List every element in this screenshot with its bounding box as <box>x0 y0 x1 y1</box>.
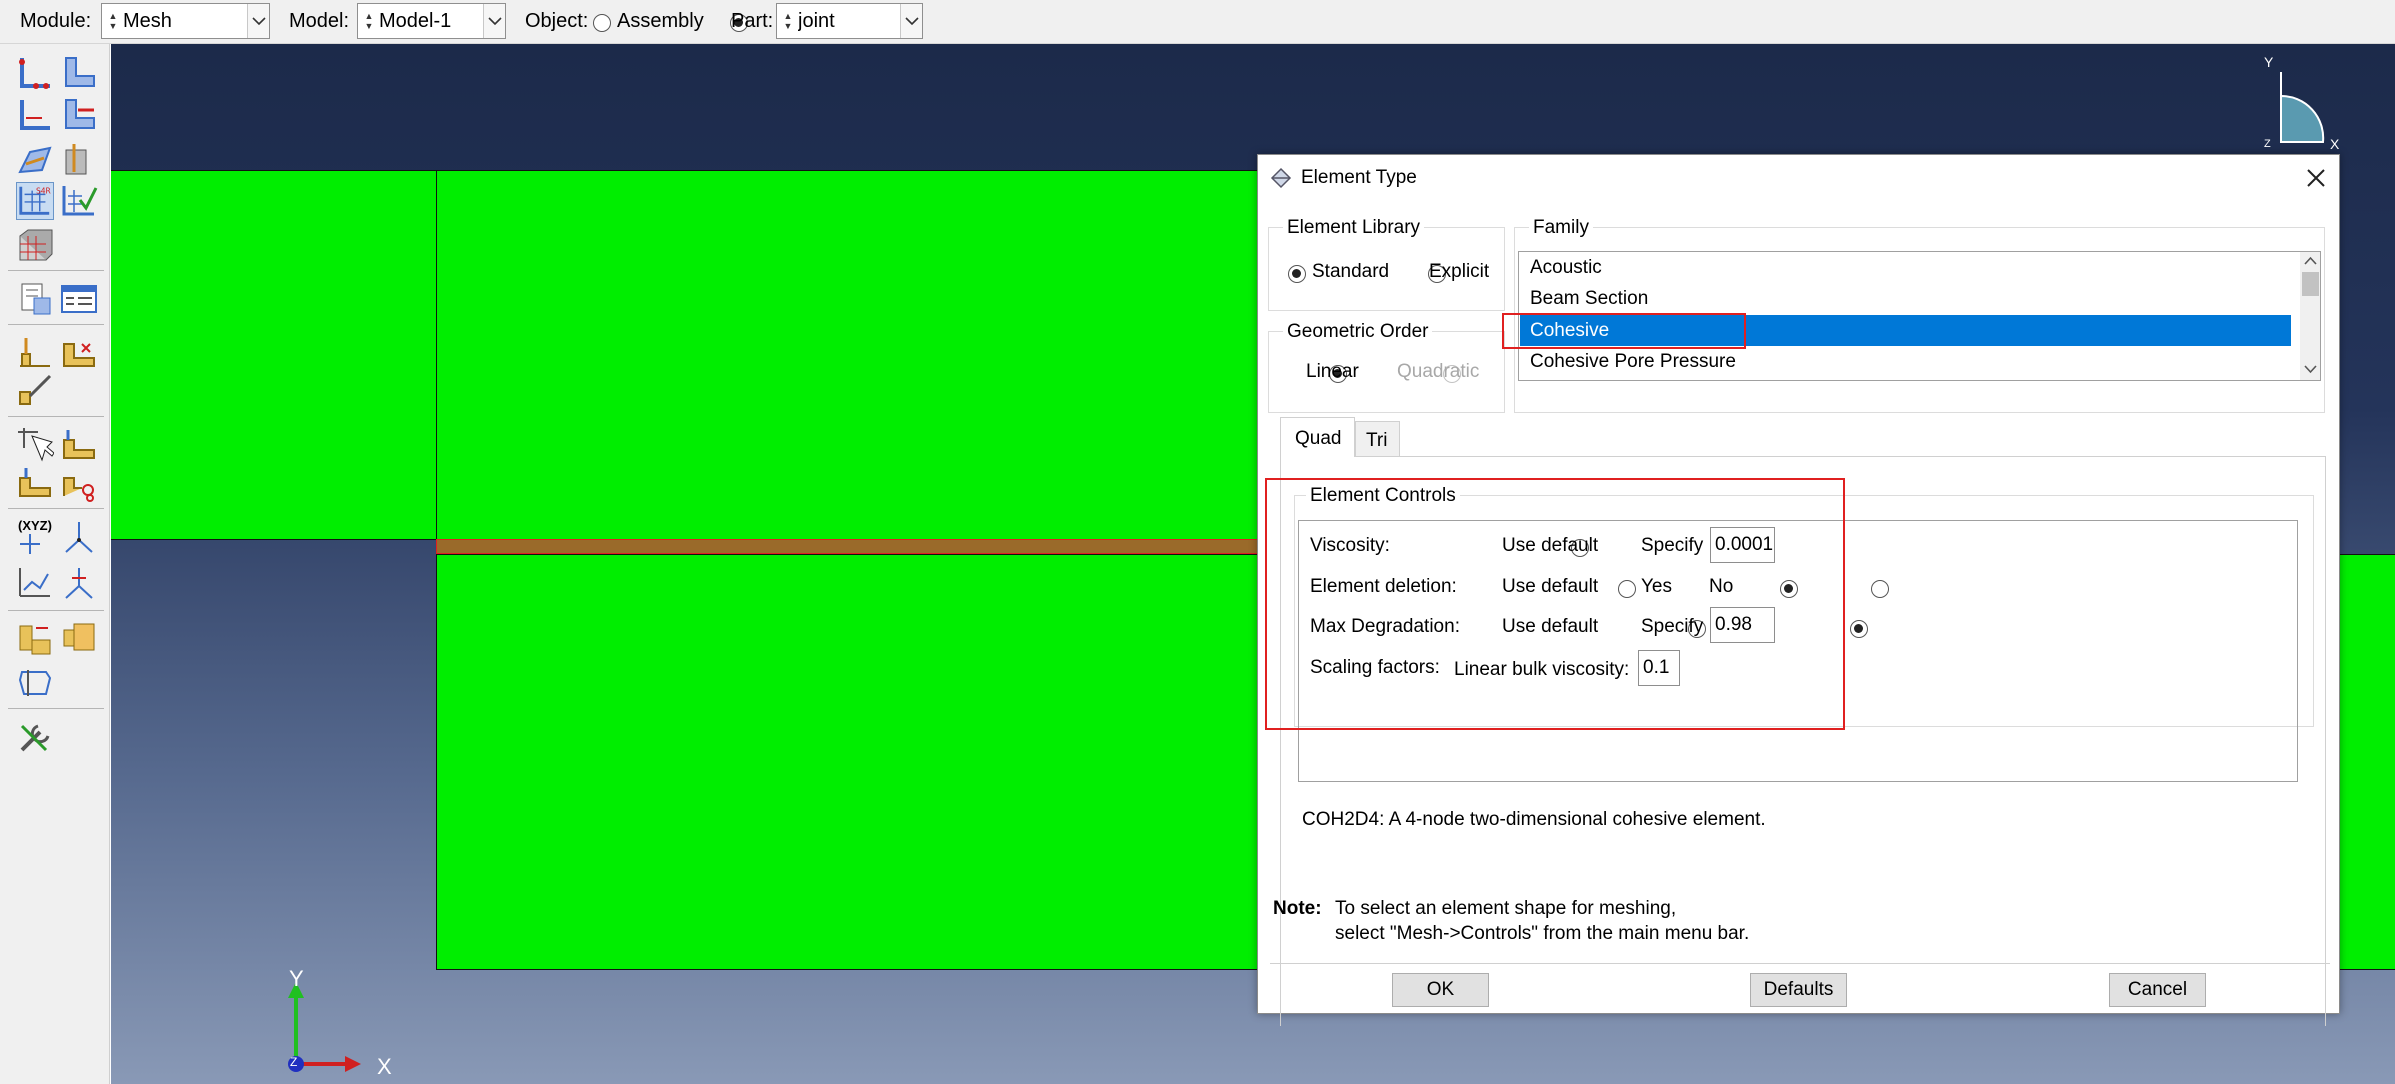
delete-seeds-icon[interactable] <box>60 96 98 134</box>
spin-icon: ▲ ▼ <box>783 11 793 31</box>
part-value: joint <box>798 9 835 32</box>
model-label: Model: <box>289 10 350 32</box>
cohesive-annotation-box <box>1502 313 1746 349</box>
family-item-acoustic[interactable]: Acoustic <box>1520 252 2291 283</box>
create-datum-point-icon[interactable] <box>16 530 54 556</box>
element-controls-annotation-box <box>1265 478 1845 730</box>
model-value: Model-1 <box>379 9 452 32</box>
seed-by-number-icon[interactable] <box>16 96 54 134</box>
part-combo[interactable]: ▲ ▼ joint <box>776 3 923 39</box>
verify-mesh-icon[interactable] <box>60 182 98 220</box>
adaptivity-icon[interactable] <box>16 464 54 502</box>
merge-parts-icon[interactable] <box>16 620 54 658</box>
family-item-cohesive-pore-pressure[interactable]: Cohesive Pore Pressure <box>1520 346 2291 377</box>
mesh-part-icon[interactable] <box>16 226 54 264</box>
part-label: Part: <box>731 10 774 32</box>
button-separator <box>1270 963 2330 964</box>
svg-text:S4R: S4R <box>36 186 52 195</box>
dialog-title: Element Type <box>1301 167 1417 188</box>
seed-part-icon[interactable] <box>16 54 54 92</box>
part-region-top <box>436 170 1386 540</box>
element-description: COH2D4: A 4-node two-dimensional cohesiv… <box>1302 809 1766 830</box>
standard-label: Standard <box>1312 261 1390 282</box>
create-datum-axis-icon[interactable] <box>60 518 98 556</box>
tab-quad-label: Quad <box>1295 428 1342 449</box>
linear-label: Linear <box>1306 361 1359 382</box>
geometric-order-legend: Geometric Order <box>1283 321 1433 343</box>
context-bar: Module: ▲ ▼ Mesh Model: ▲ ▼ Model-1 Object… <box>0 0 2395 44</box>
triad-z-label: Z <box>290 1055 298 1069</box>
repair-geometry-icon[interactable] <box>16 664 54 702</box>
mini-triad-x-label: X <box>2330 136 2340 152</box>
scroll-down-icon[interactable] <box>2304 364 2317 374</box>
part-region-bottom <box>436 554 1386 970</box>
seed-edge-icon[interactable] <box>60 54 98 92</box>
datum-csys-icon[interactable] <box>60 564 98 602</box>
mesh-region-icon[interactable] <box>60 280 98 318</box>
tab-tri[interactable]: Tri <box>1355 421 1400 457</box>
cancel-button[interactable]: Cancel <box>2109 973 2206 1007</box>
partition-edge-icon[interactable] <box>60 334 98 372</box>
quadratic-label: Quadratic <box>1397 361 1480 382</box>
defaults-button[interactable]: Defaults <box>1750 973 1847 1007</box>
module-label: Module: <box>20 10 92 32</box>
chevron-down-icon <box>247 4 269 38</box>
note-line-1: To select an element shape for meshing, <box>1335 898 1677 919</box>
family-scrollbar[interactable] <box>2300 252 2320 380</box>
degradation-specify-radio[interactable] <box>1849 619 1868 638</box>
assign-mesh-controls-icon[interactable] <box>16 142 54 180</box>
triad-y-label: Y <box>289 966 304 991</box>
query-icon[interactable] <box>16 334 54 372</box>
cohesive-layer <box>436 539 1386 554</box>
family-item-beam-section[interactable]: Beam Section <box>1520 283 2291 314</box>
dialog-app-icon <box>1270 167 1292 189</box>
scroll-up-icon[interactable] <box>2304 256 2317 266</box>
tab-quad[interactable]: Quad <box>1280 417 1355 457</box>
note-label: Note: <box>1273 898 1322 919</box>
select-node-icon[interactable] <box>60 426 98 464</box>
element-library-legend: Element Library <box>1283 217 1425 239</box>
remesh-icon[interactable] <box>60 464 98 502</box>
module-value: Mesh <box>123 9 172 32</box>
explicit-label: Explicit <box>1429 261 1490 282</box>
instance-parts-icon[interactable] <box>60 620 98 658</box>
mesh-toolbox: S4R (XYZ) <box>0 44 110 1084</box>
triad-x-label: X <box>377 1054 392 1079</box>
family-legend: Family <box>1529 217 1593 239</box>
element-type-dialog: Element Type Element Library Standard Ex… <box>1257 154 2340 1026</box>
assembly-radio[interactable] <box>593 13 611 32</box>
chevron-down-icon <box>483 4 505 38</box>
view-orientation-icon[interactable] <box>2261 56 2341 156</box>
scroll-thumb[interactable] <box>2302 272 2319 296</box>
mini-triad-z-label: Z <box>2264 138 2271 150</box>
spin-icon: ▲ ▼ <box>364 11 374 31</box>
standard-radio[interactable] <box>1288 264 1306 283</box>
element-type-icon[interactable]: S4R <box>16 182 54 220</box>
part-region-left <box>111 170 437 540</box>
spin-icon: ▲ ▼ <box>108 11 118 31</box>
datum-plane-icon[interactable] <box>16 564 54 602</box>
assembly-label: Assembly <box>617 10 704 32</box>
module-combo[interactable]: ▲ ▼ Mesh <box>101 3 270 39</box>
edit-mesh-icon[interactable] <box>16 426 54 464</box>
virtual-topology-icon[interactable] <box>16 280 54 318</box>
close-icon[interactable] <box>2305 167 2327 189</box>
ok-button[interactable]: OK <box>1392 973 1489 1007</box>
object-label: Object: <box>525 10 589 32</box>
mini-triad-y-label: Y <box>2264 54 2274 70</box>
model-combo[interactable]: ▲ ▼ Model-1 <box>357 3 506 39</box>
assign-stack-direction-icon[interactable] <box>60 142 98 180</box>
tools-icon[interactable] <box>16 718 54 756</box>
chevron-down-icon <box>900 4 922 38</box>
tab-tri-label: Tri <box>1366 430 1388 451</box>
partition-face-icon[interactable] <box>16 372 54 410</box>
note-line-2: select "Mesh->Controls" from the main me… <box>1335 923 1750 944</box>
